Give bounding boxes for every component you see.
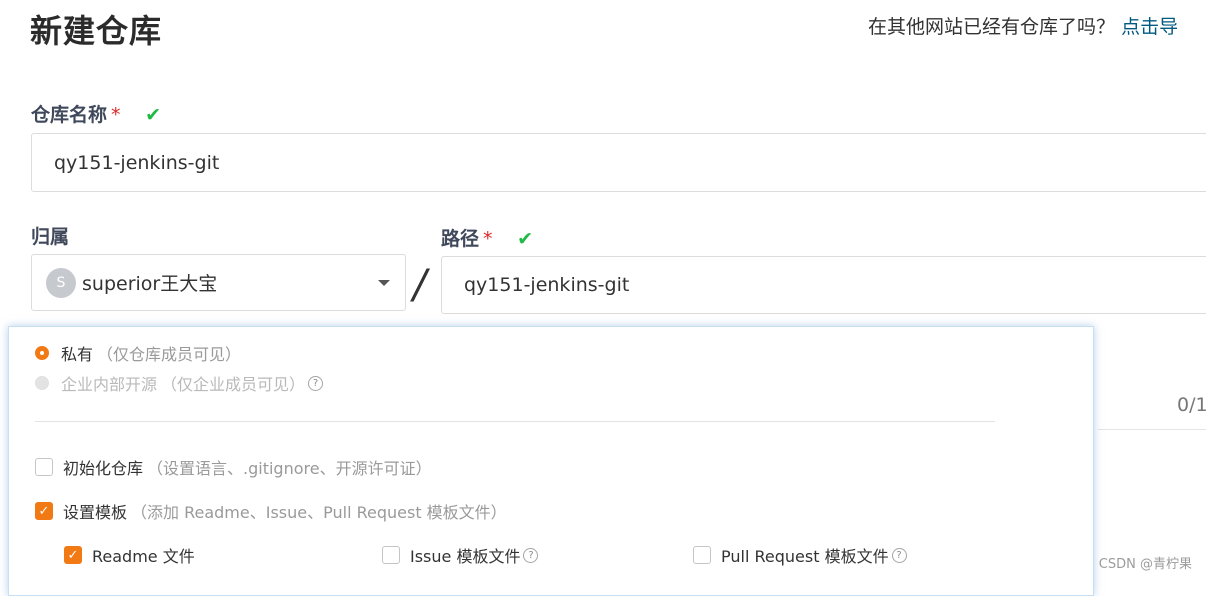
import-link[interactable]: 点击导 [1121, 16, 1178, 38]
required-mark: * [483, 228, 493, 250]
init-repo-option[interactable]: 初始化仓库 （设置语言、.gitignore、开源许可证） [35, 455, 432, 479]
caret-down-icon [378, 280, 390, 286]
path-value: qy151-jenkins-git [464, 274, 630, 296]
path-label: 路径 * ✔ [441, 224, 533, 251]
enterprise-hint: （仅企业成员可见） [161, 375, 306, 394]
pr-template-label: Pull Request 模板文件 [721, 547, 889, 566]
import-question: 在其他网站已经有仓库了吗？ [868, 16, 1116, 38]
path-separator: / [413, 262, 427, 308]
template-hint: （添加 Readme、Issue、Pull Request 模板文件） [131, 503, 507, 522]
avatar: S [46, 267, 76, 298]
help-icon[interactable]: ? [523, 547, 539, 563]
private-label: 私有 [61, 345, 94, 364]
pr-template-option[interactable]: Pull Request 模板文件 ? [693, 543, 907, 567]
owner-value: superior王大宝 [82, 273, 218, 295]
import-prompt: 在其他网站已经有仓库了吗？ 点击导 [868, 12, 1178, 39]
visibility-enterprise-option: 企业内部开源 （仅企业成员可见） ? [35, 371, 324, 395]
init-repo-hint: （设置语言、.gitignore、开源许可证） [147, 459, 432, 478]
enterprise-label: 企业内部开源 [61, 375, 158, 394]
pr-template-checkbox[interactable] [693, 546, 711, 564]
required-mark: * [111, 104, 121, 126]
repo-name-label: 仓库名称 * ✔ [31, 100, 161, 127]
help-icon[interactable]: ? [891, 547, 907, 563]
template-option[interactable]: ✓ 设置模板 （添加 Readme、Issue、Pull Request 模板文… [35, 499, 507, 523]
repo-name-input[interactable]: qy151-jenkins-git [31, 133, 1206, 192]
page-title: 新建仓库 [30, 12, 163, 50]
path-input[interactable]: qy151-jenkins-git [441, 256, 1206, 314]
issue-template-checkbox[interactable] [382, 546, 400, 564]
readme-option[interactable]: ✓ Readme 文件 [64, 543, 195, 567]
valid-check-icon: ✔ [517, 228, 534, 250]
readme-checkbox[interactable]: ✓ [64, 546, 82, 564]
divider [35, 421, 995, 422]
init-repo-checkbox[interactable] [35, 458, 53, 476]
divider [1098, 429, 1206, 430]
issue-template-label: Issue 模板文件 [410, 547, 521, 566]
help-icon[interactable]: ? [308, 375, 324, 391]
private-radio[interactable] [35, 346, 49, 360]
char-counter: 0/1 [1177, 394, 1206, 416]
options-popup: 私有 （仅仓库成员可见） 企业内部开源 （仅企业成员可见） ? 初始化仓库 （设… [8, 326, 1094, 596]
issue-template-option[interactable]: Issue 模板文件 ? [382, 543, 539, 567]
template-checkbox[interactable]: ✓ [35, 502, 53, 520]
watermark: CSDN @青柠果 [1098, 557, 1192, 572]
owner-select[interactable]: S superior王大宝 [31, 254, 406, 311]
repo-name-label-text: 仓库名称 [31, 104, 108, 126]
init-repo-label: 初始化仓库 [63, 459, 144, 478]
path-label-text: 路径 [441, 228, 480, 250]
repo-name-value: qy151-jenkins-git [54, 151, 220, 174]
private-hint: （仅仓库成员可见） [97, 345, 242, 364]
template-label: 设置模板 [63, 503, 128, 522]
visibility-private-option[interactable]: 私有 （仅仓库成员可见） [35, 341, 241, 365]
readme-label: Readme 文件 [92, 547, 195, 566]
owner-label: 归属 [31, 226, 70, 248]
enterprise-radio [35, 376, 49, 390]
valid-check-icon: ✔ [145, 104, 162, 126]
